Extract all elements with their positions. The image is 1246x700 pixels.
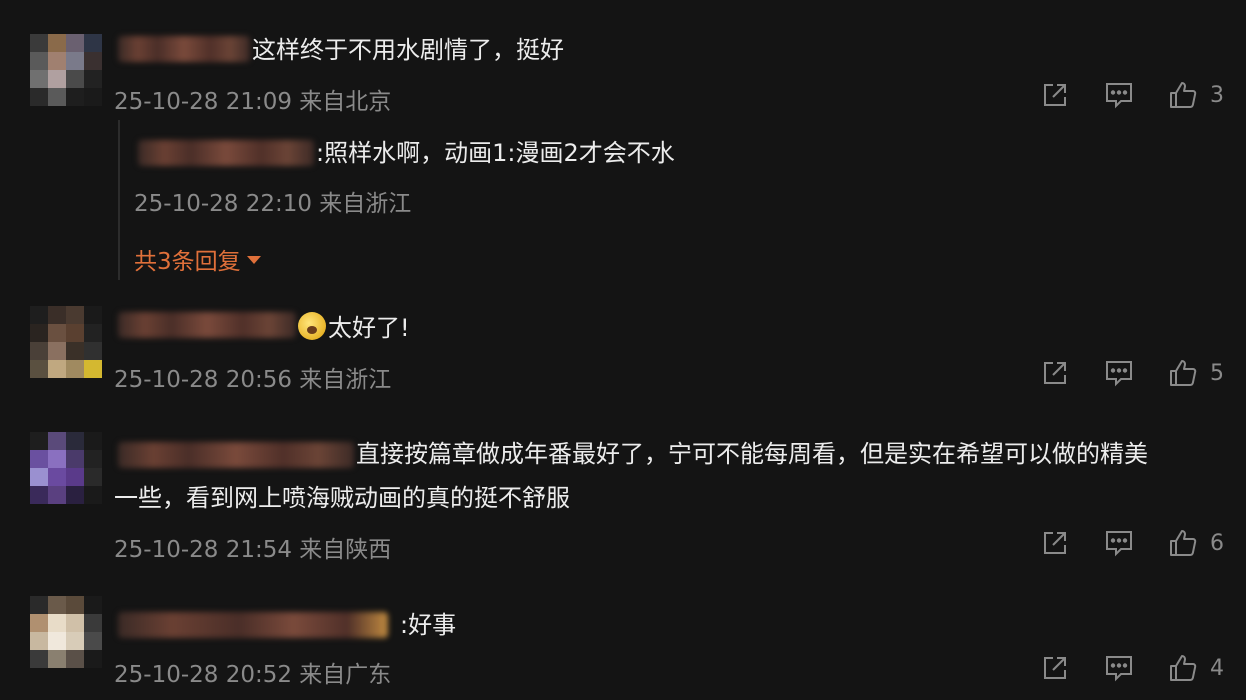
comment-icon xyxy=(1106,656,1132,682)
comment-text: 这样终于不用水剧情了，挺好 xyxy=(252,36,564,64)
like-button[interactable]: 5 xyxy=(1168,358,1224,388)
chevron-down-icon xyxy=(246,256,261,264)
share-icon xyxy=(1044,362,1066,384)
more-replies-link[interactable]: 共3条回复 xyxy=(134,242,261,276)
like-count: 6 xyxy=(1210,530,1224,556)
avatar[interactable] xyxy=(30,306,102,378)
reply-button[interactable] xyxy=(1104,653,1134,683)
thumbs-up-icon xyxy=(1170,655,1197,681)
comment-text-content: 太好了! xyxy=(328,314,410,342)
like-count: 3 xyxy=(1210,82,1224,108)
share-button[interactable] xyxy=(1040,358,1070,388)
comment-meta: 25-10-28 20:52 来自广东 xyxy=(114,662,392,688)
reply-button[interactable] xyxy=(1104,528,1134,558)
like-count: 4 xyxy=(1210,655,1224,681)
grinning-face-emoji xyxy=(298,312,326,340)
reply-thread: :照样水啊，动画1:漫画2才会不水 25-10-28 22:10 来自浙江 共3… xyxy=(118,120,720,280)
comment-text: 太好了! xyxy=(298,308,410,348)
share-button[interactable] xyxy=(1040,528,1070,558)
share-icon xyxy=(1044,84,1066,106)
reply-button[interactable] xyxy=(1104,80,1134,110)
username-blurred[interactable] xyxy=(118,36,250,62)
share-icon xyxy=(1044,532,1066,554)
comment-meta: 25-10-28 20:56 来自浙江 xyxy=(114,367,392,393)
like-count: 5 xyxy=(1210,360,1224,386)
reply-text: :照样水啊，动画1:漫画2才会不水 xyxy=(316,139,675,167)
comment-icon xyxy=(1106,531,1132,557)
reply-button[interactable] xyxy=(1104,358,1134,388)
more-replies-label: 共3条回复 xyxy=(134,249,241,275)
thumbs-up-icon xyxy=(1170,530,1197,556)
share-icon xyxy=(1044,657,1066,679)
comment-actions: 5 xyxy=(1040,358,1224,388)
comment-meta: 25-10-28 21:54 来自陕西 xyxy=(114,537,392,563)
reply-username-blurred[interactable] xyxy=(138,140,314,166)
comment-text-line1: 直接按篇章做成年番最好了，宁可不能每周看，但是实在希望可以做的精美 xyxy=(356,440,1148,468)
comment-icon xyxy=(1106,361,1132,387)
comment-text-line2: 一些，看到网上喷海贼动画的真的挺不舒服 xyxy=(114,484,570,512)
share-button[interactable] xyxy=(1040,653,1070,683)
thumbs-up-icon xyxy=(1170,82,1197,108)
comment-actions: 3 xyxy=(1040,80,1224,110)
username-blurred[interactable] xyxy=(118,312,296,338)
like-button[interactable]: 3 xyxy=(1168,80,1224,110)
reply-meta: 25-10-28 22:10 来自浙江 xyxy=(134,191,412,217)
avatar[interactable] xyxy=(30,432,102,504)
comment-actions: 4 xyxy=(1040,653,1224,683)
comment-text: :好事 xyxy=(400,611,457,639)
like-button[interactable]: 6 xyxy=(1168,528,1224,558)
thumbs-up-icon xyxy=(1170,360,1197,386)
share-button[interactable] xyxy=(1040,80,1070,110)
username-blurred[interactable] xyxy=(118,612,388,638)
comment-actions: 6 xyxy=(1040,528,1224,558)
like-button[interactable]: 4 xyxy=(1168,653,1224,683)
comment-icon xyxy=(1106,83,1132,109)
avatar[interactable] xyxy=(30,34,102,106)
username-blurred[interactable] xyxy=(118,442,354,468)
comment-meta: 25-10-28 21:09 来自北京 xyxy=(114,89,392,115)
avatar[interactable] xyxy=(30,596,102,668)
